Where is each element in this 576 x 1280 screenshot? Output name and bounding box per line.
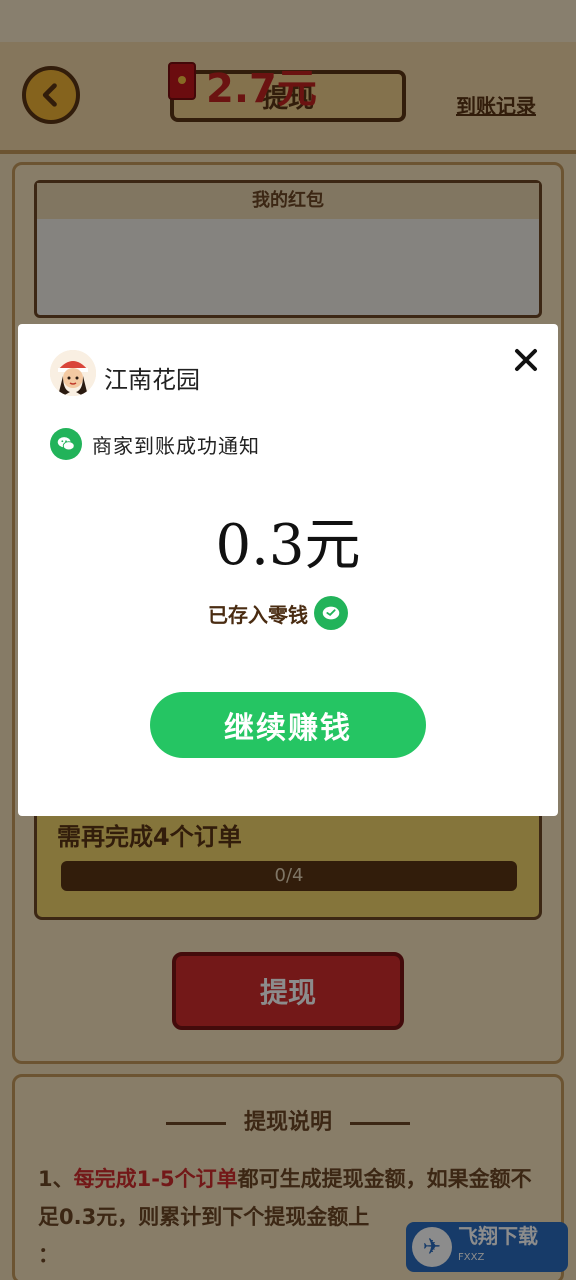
saved-text: 已存入零钱: [208, 602, 308, 627]
saved-to-change-row: 已存入零钱: [208, 596, 348, 630]
close-icon: [515, 349, 537, 371]
wechat-icon: [50, 428, 82, 460]
continue-earning-button[interactable]: 继续赚钱: [150, 692, 426, 758]
app-name: 江南花园: [104, 366, 200, 394]
wallet-change-icon: [314, 596, 348, 630]
notice-title: 商家到账成功通知: [92, 434, 260, 458]
check-bubble-icon: [322, 606, 340, 620]
wechat-bubbles-icon: [57, 437, 75, 451]
close-button[interactable]: [510, 344, 542, 376]
received-amount: 0.3元: [215, 513, 361, 578]
avatar-character-icon: [50, 350, 96, 396]
app-avatar: [50, 350, 96, 396]
